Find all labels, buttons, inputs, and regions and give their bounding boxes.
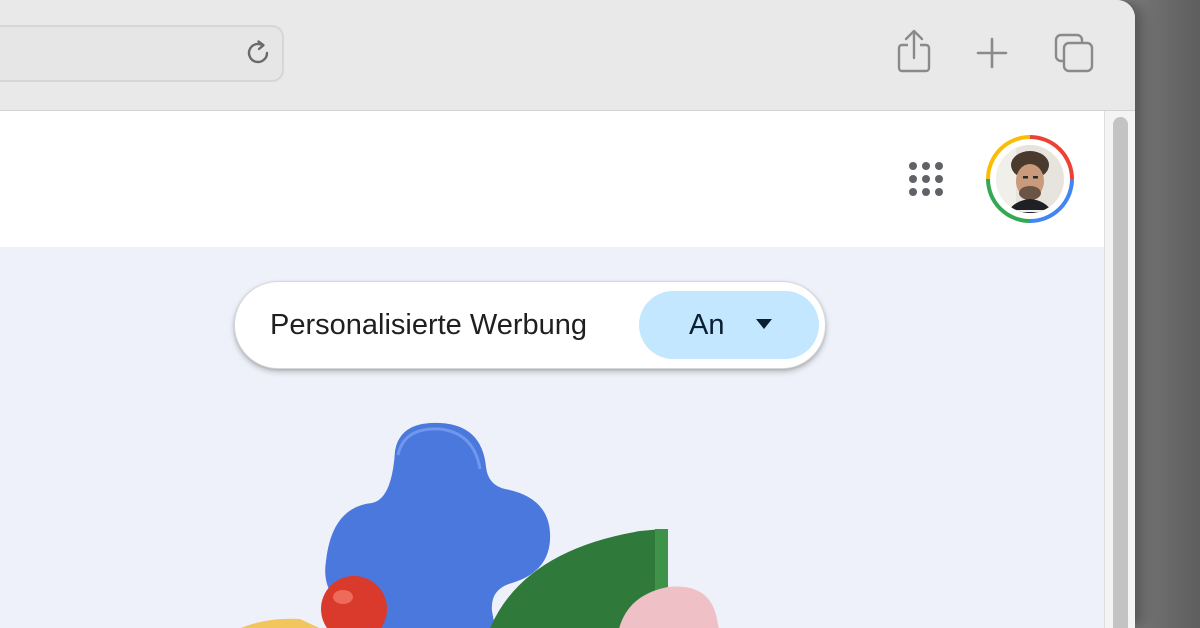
decorative-illustration (240, 422, 719, 628)
personalized-ads-dropdown[interactable]: An (639, 291, 819, 359)
reload-icon[interactable] (242, 36, 276, 70)
browser-window: Personalisierte Werbung An (0, 0, 1135, 628)
personalized-ads-value: An (689, 309, 725, 341)
tab-overview-icon[interactable] (1052, 28, 1096, 78)
personalized-ads-label: Personalisierte Werbung (270, 309, 588, 341)
scrollbar-thumb[interactable] (1113, 117, 1128, 628)
apps-grid-icon[interactable] (906, 159, 946, 199)
page-header (0, 111, 1104, 247)
personalized-ads-setting: Personalisierte Werbung An (234, 281, 826, 369)
plus-icon[interactable] (970, 28, 1014, 78)
page-scrollbar[interactable] (1104, 111, 1135, 628)
caret-down-icon (756, 319, 772, 329)
account-avatar[interactable] (986, 135, 1074, 223)
page-content: Personalisierte Werbung An (0, 111, 1104, 628)
share-icon[interactable] (892, 28, 936, 78)
browser-toolbar (0, 0, 1135, 111)
